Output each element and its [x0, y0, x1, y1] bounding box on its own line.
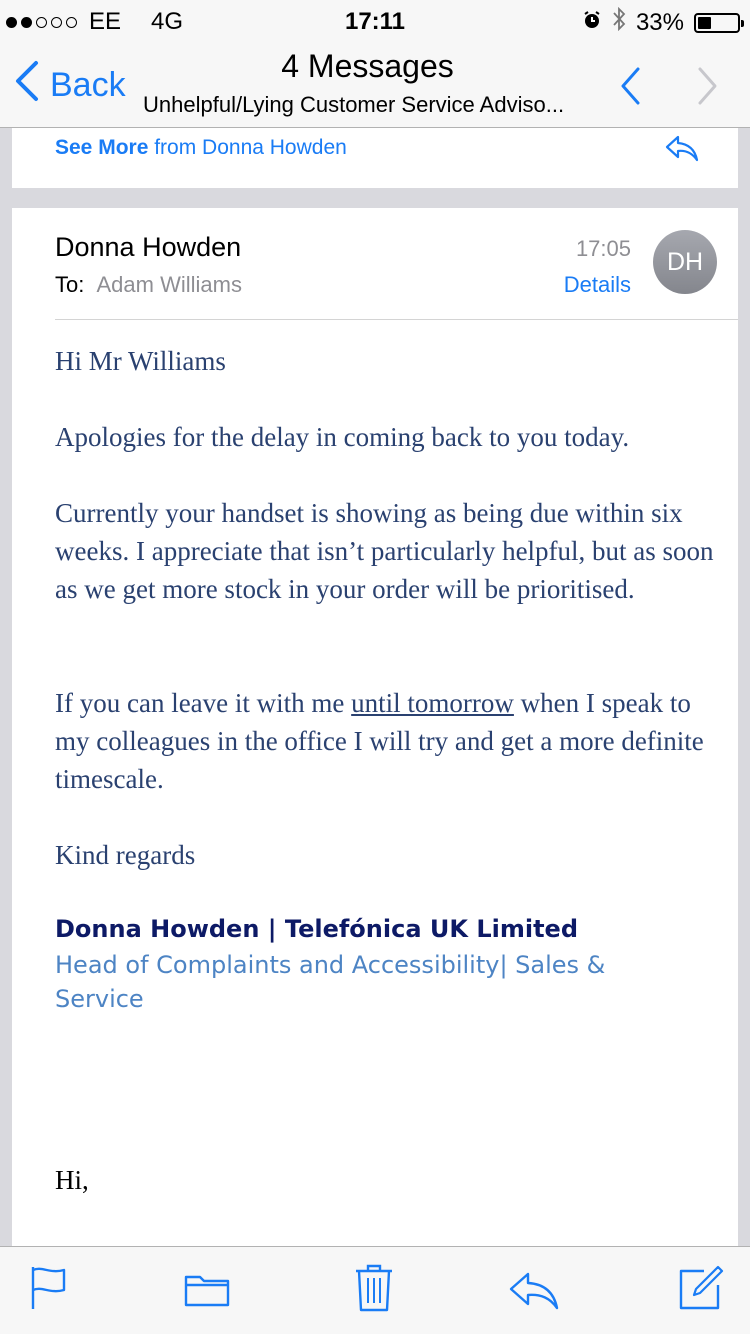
- greeting: Hi Mr Williams: [55, 346, 226, 376]
- move-folder-button[interactable]: [184, 1271, 230, 1312]
- paragraph-follow-up: If you can leave it with me until tomorr…: [55, 684, 715, 798]
- delete-button[interactable]: [354, 1263, 394, 1318]
- see-more-from: from Donna Howden: [154, 136, 347, 159]
- previous-message-card: See More from Donna Howden: [12, 128, 738, 188]
- previous-reply-button[interactable]: [664, 134, 700, 169]
- bottom-toolbar: [0, 1246, 750, 1334]
- conversation-subject: Unhelpful/Lying Customer Service Adviso.…: [143, 92, 565, 117]
- compose-icon: [678, 1265, 724, 1315]
- battery-level: [698, 16, 711, 29]
- to-label: To:: [55, 272, 85, 297]
- navigation-bar: Back 4 Messages Unhelpful/Lying Customer…: [0, 40, 750, 128]
- next-message-button[interactable]: [694, 66, 720, 111]
- status-bar: EE 4G 17:11 33%: [0, 0, 750, 40]
- alarm-icon: [582, 9, 602, 37]
- avatar[interactable]: DH: [653, 230, 717, 294]
- date-link[interactable]: until tomorrow: [351, 688, 514, 718]
- reply-button[interactable]: [508, 1271, 560, 1316]
- battery-icon: [694, 12, 744, 33]
- folder-icon: [184, 1275, 230, 1311]
- battery-percent: 33%: [635, 8, 684, 36]
- quoted-message-start: Hi,: [55, 1165, 89, 1195]
- paragraph-handset-status: Currently your handset is showing as bei…: [55, 498, 714, 604]
- paragraph-apology: Apologies for the delay in coming back t…: [55, 422, 630, 452]
- reply-icon: [508, 1272, 560, 1315]
- chevron-down-icon: [694, 67, 720, 110]
- closing: Kind regards: [55, 840, 196, 870]
- follow-up-text-start: If you can leave it with me: [55, 688, 352, 718]
- reply-icon: [664, 135, 700, 168]
- see-more-label: See More: [55, 136, 149, 159]
- signature-role: Head of Complaints and Accessibility| Sa…: [55, 951, 606, 1013]
- recipient-name[interactable]: Adam Williams: [96, 272, 241, 297]
- flag-button[interactable]: [30, 1265, 66, 1316]
- message-card: Donna Howden To: Adam Williams 17:05 Det…: [12, 208, 738, 1248]
- chevron-up-icon: [618, 67, 644, 110]
- previous-message-button[interactable]: [618, 66, 644, 111]
- details-link[interactable]: Details: [564, 272, 631, 298]
- message-time: 17:05: [575, 236, 631, 261]
- see-more-link[interactable]: See More from Donna Howden: [55, 136, 347, 160]
- bluetooth-icon: [612, 6, 626, 38]
- recipient-line: To: Adam Williams: [55, 272, 242, 298]
- signature-name: Donna Howden | Telefónica UK Limited: [55, 915, 579, 943]
- sender-name[interactable]: Donna Howden: [55, 232, 241, 263]
- trash-icon: [354, 1264, 394, 1317]
- compose-button[interactable]: [678, 1265, 724, 1316]
- header-divider: [55, 319, 738, 320]
- flag-icon: [30, 1267, 66, 1315]
